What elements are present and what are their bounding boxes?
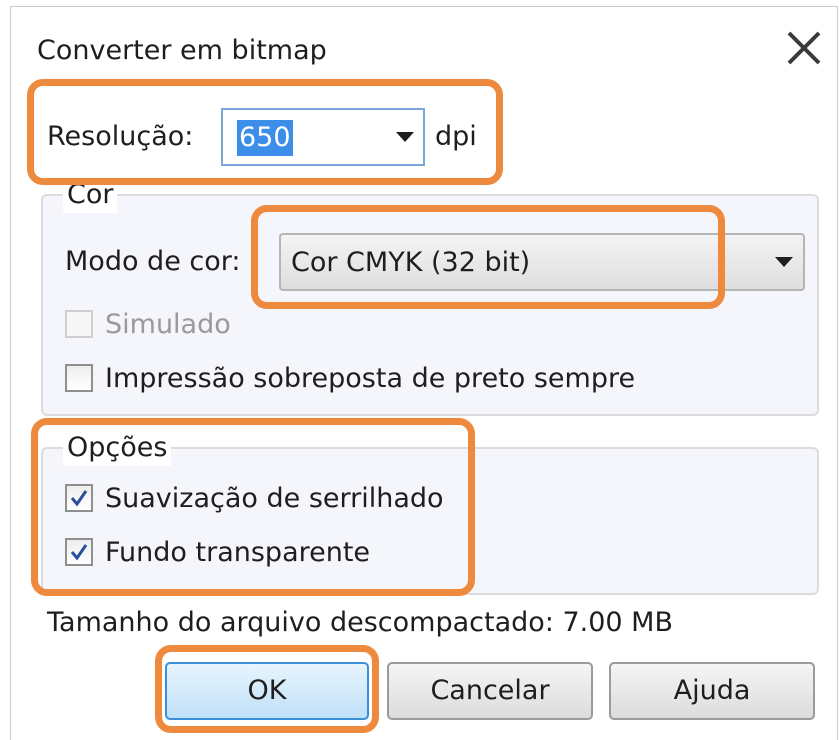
convert-to-bitmap-dialog: Converter em bitmap Resolução: 650 dpi C… [10,6,838,740]
uncompressed-file-size: Tamanho do arquivo descompactado: 7.00 M… [47,607,673,638]
options-group-title: Opções [63,430,172,466]
checkmark-icon [70,490,88,507]
simulated-label: Simulado [105,309,231,340]
color-group-title: Cor [63,177,118,213]
antialiasing-checkbox[interactable] [65,484,93,512]
checkmark-icon [70,544,88,561]
resolution-unit: dpi [435,121,477,152]
resolution-label: Resolução: [47,121,194,152]
color-mode-label: Modo de cor: [65,246,241,277]
overprint-black-checkbox[interactable] [65,364,93,392]
ok-button[interactable]: OK [165,662,369,720]
transparent-background-checkbox[interactable] [65,538,93,566]
transparent-background-label[interactable]: Fundo transparente [105,533,370,573]
resolution-combobox[interactable]: 650 [221,108,425,166]
chevron-down-icon[interactable] [775,257,793,267]
resolution-value[interactable]: 650 [237,120,293,156]
close-button[interactable] [779,25,829,71]
help-button[interactable]: Ajuda [609,662,815,720]
simulated-checkbox [65,310,93,338]
dialog-title: Converter em bitmap [37,35,327,66]
antialiasing-label[interactable]: Suavização de serrilhado [105,479,444,519]
cancel-button[interactable]: Cancelar [387,662,593,720]
color-mode-value: Cor CMYK (32 bit) [291,247,531,278]
overprint-black-label[interactable]: Impressão sobreposta de preto sempre [105,359,635,399]
color-mode-select[interactable]: Cor CMYK (32 bit) [279,233,805,291]
close-icon [787,31,821,65]
chevron-down-icon[interactable] [396,132,414,142]
